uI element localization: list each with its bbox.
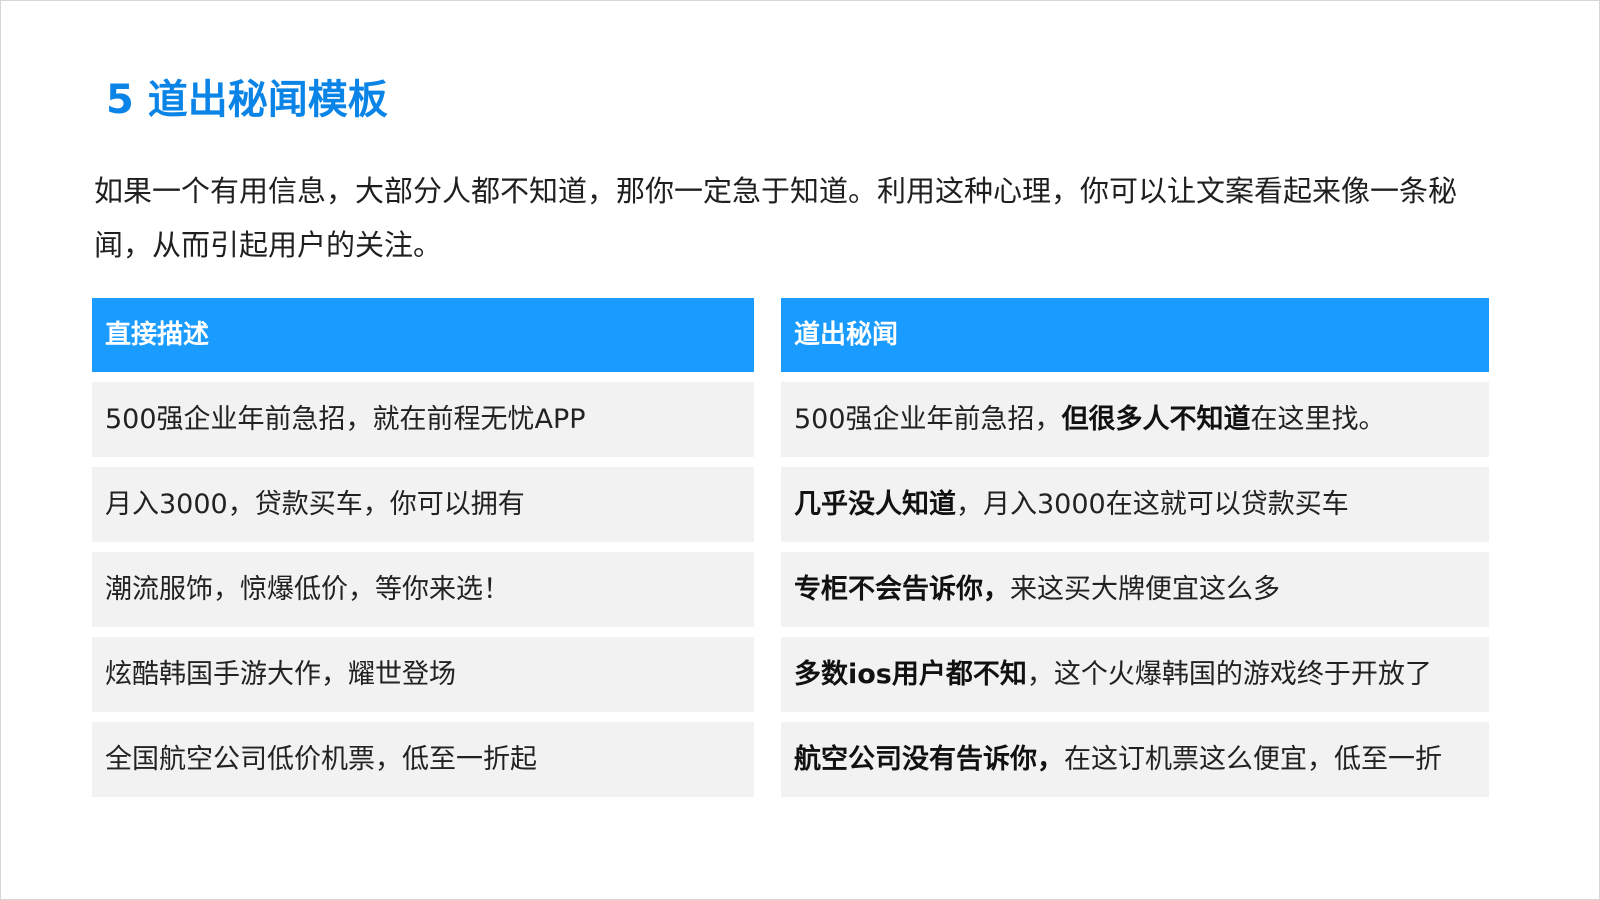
direct-row: 500强企业年前急招，就在前程无忧APP	[92, 382, 754, 457]
secret-row-bold: 几乎没人知道	[794, 489, 956, 520]
direct-row: 全国航空公司低价机票，低至一折起	[92, 722, 754, 797]
secret-row-post: ，月入3000在这就可以贷款买车	[956, 489, 1349, 520]
secret-row: 500强企业年前急招，但很多人不知道在这里找。	[781, 382, 1489, 457]
secret-row-bold: 多数ios用户都不知	[794, 659, 1027, 690]
direct-row: 炫酷韩国手游大作，耀世登场	[92, 637, 754, 712]
secret-row: 专柜不会告诉你，来这买大牌便宜这么多	[781, 552, 1489, 627]
direct-description-header: 直接描述	[92, 298, 754, 372]
secret-row-pre: 500强企业年前急招，	[794, 404, 1062, 435]
slide-title: 5 道出秘闻模板	[106, 77, 388, 123]
secret-row: 几乎没人知道，月入3000在这就可以贷款买车	[781, 467, 1489, 542]
direct-row: 潮流服饰，惊爆低价，等你来选！	[92, 552, 754, 627]
secret-reveal-header: 道出秘闻	[781, 298, 1489, 372]
direct-row: 月入3000，贷款买车，你可以拥有	[92, 467, 754, 542]
secret-row-post: 在这里找。	[1250, 404, 1386, 435]
secret-reveal-column: 道出秘闻 500强企业年前急招，但很多人不知道在这里找。 几乎没人知道，月入30…	[781, 298, 1489, 807]
secret-row: 航空公司没有告诉你，在这订机票这么便宜，低至一折	[781, 722, 1489, 797]
secret-row-bold: 航空公司没有告诉你，	[794, 744, 1064, 775]
secret-row-bold: 但很多人不知道	[1061, 404, 1251, 435]
direct-description-column: 直接描述 500强企业年前急招，就在前程无忧APP 月入3000，贷款买车，你可…	[92, 298, 754, 807]
secret-row-post: 在这订机票这么便宜，低至一折	[1064, 744, 1442, 775]
intro-paragraph: 如果一个有用信息，大部分人都不知道，那你一定急于知道。利用这种心理，你可以让文案…	[94, 174, 1458, 262]
secret-row: 多数ios用户都不知，这个火爆韩国的游戏终于开放了	[781, 637, 1489, 712]
secret-row-bold: 专柜不会告诉你，	[794, 574, 1010, 605]
secret-row-post: 来这买大牌便宜这么多	[1010, 574, 1280, 605]
secret-row-post: ，这个火爆韩国的游戏终于开放了	[1026, 659, 1432, 690]
